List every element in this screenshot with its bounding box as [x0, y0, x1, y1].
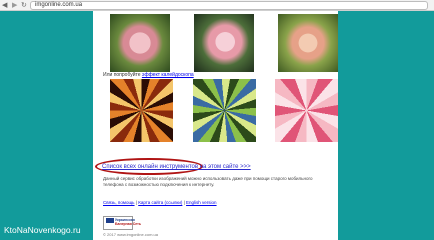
service-description: Данный сервис обработки изображений можн…: [103, 176, 313, 187]
address-bar-url[interactable]: imgonline.com.ua: [35, 1, 82, 9]
page-content: Или попробуйте эффект калейдоскопа Списо…: [93, 11, 338, 240]
english-version-link[interactable]: English version: [186, 200, 217, 205]
result-images-row: [110, 14, 338, 72]
forward-arrow-icon[interactable]: ▶: [12, 1, 17, 9]
kaleidoscope-effect-link[interactable]: эффект калейдоскопа: [142, 72, 194, 78]
banner-network-counter[interactable]: Украинская Банерная Сеть: [103, 216, 141, 230]
kaleidoscope-image-3[interactable]: [275, 79, 338, 142]
kaleidoscope-image-1[interactable]: [110, 79, 173, 142]
copyright-text: © 2017 www.imgonline.com.ua: [103, 232, 158, 237]
back-arrow-icon[interactable]: ◀: [2, 1, 7, 9]
reload-icon[interactable]: ↻: [21, 1, 27, 9]
footer-links: Связь, помощь | Карта сайта (ссылки) | E…: [103, 200, 217, 206]
try-kaleidoscope-text: Или попробуйте эффект калейдоскопа: [103, 72, 194, 79]
try-prefix: Или попробуйте: [103, 72, 141, 78]
sitemap-link[interactable]: Карта сайта (ссылки): [138, 200, 182, 205]
result-image-3[interactable]: [278, 14, 338, 72]
kaleidoscope-image-2[interactable]: [192, 79, 256, 142]
contact-help-link[interactable]: Связь, помощь: [103, 200, 135, 205]
all-tools-link[interactable]: Список всех онлайн инструментов на этом …: [102, 163, 251, 171]
result-image-2[interactable]: [194, 14, 254, 72]
result-image-1[interactable]: [110, 14, 170, 72]
browser-toolbar: ◀ ▶ ↻ imgonline.com.ua: [0, 0, 434, 11]
banner-logo-icon: [106, 218, 114, 223]
kaleidoscope-images-row: [110, 79, 338, 142]
address-bar[interactable]: imgonline.com.ua: [30, 1, 428, 10]
banner-line2: Банерная Сеть: [115, 222, 142, 226]
watermark-text: KtoNaNovenkogo.ru: [4, 225, 81, 235]
